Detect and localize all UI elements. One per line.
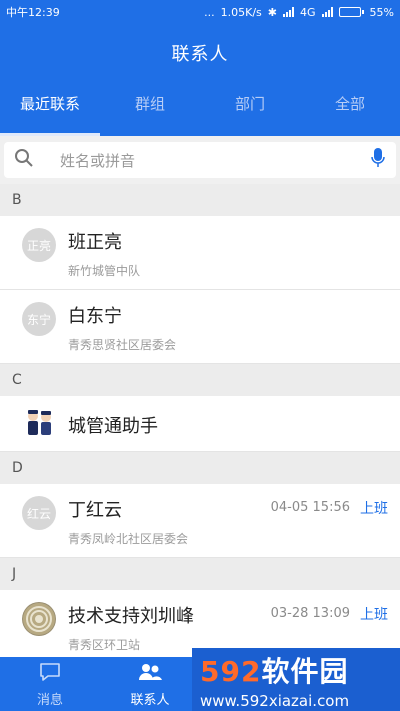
search-area: 姓名或拼音 — [0, 136, 400, 184]
status-bar: 中午12:39 ... 1.05K/s ✱ 4G 55% — [0, 0, 400, 24]
search-icon — [14, 148, 34, 172]
contact-org: 青秀凤岭北社区居委会 — [68, 532, 189, 546]
signal-icon-2 — [321, 7, 333, 17]
network-type: 4G — [300, 5, 316, 19]
contact-name: 班正亮 — [68, 232, 122, 253]
avatar: 正亮 — [22, 228, 56, 262]
watermark-logo: 592软件园 www.592xiazai.com — [192, 648, 400, 711]
watermark-brand: 592软件园 — [200, 654, 349, 688]
section-header-c: C — [0, 364, 400, 396]
tab-groups[interactable]: 群组 — [100, 88, 200, 136]
contact-name: 技术支持刘圳峰 — [68, 606, 194, 627]
bluetooth-icon: ✱ — [267, 5, 278, 19]
contact-time: 04-05 15:56 — [270, 500, 350, 515]
section-header-j: J — [0, 558, 400, 590]
contact-time: 03-28 13:09 — [270, 606, 350, 621]
tab-all[interactable]: 全部 — [300, 88, 400, 136]
tab-recent[interactable]: 最近联系 — [0, 88, 100, 136]
nav-messages[interactable]: 消息 — [0, 657, 100, 711]
tab-departments-label: 部门 — [234, 95, 265, 113]
tab-groups-label: 群组 — [134, 95, 165, 113]
contact-baidongning[interactable]: 东宁 白东宁 青秀思贤社区居委会 — [0, 290, 400, 364]
app-header: 联系人 最近联系 群组 部门 全部 — [0, 24, 400, 136]
people-icon — [137, 661, 163, 687]
tab-departments[interactable]: 部门 — [200, 88, 300, 136]
contact-name: 丁红云 — [68, 500, 122, 521]
chat-bubble-icon — [38, 661, 62, 687]
contact-dinghongyun[interactable]: 红云 丁红云 青秀凤岭北社区居委会 04-05 15:56 上班 — [0, 484, 400, 558]
battery-icon — [338, 7, 364, 17]
section-header-b: B — [0, 184, 400, 216]
microphone-icon[interactable] — [370, 147, 386, 173]
search-placeholder: 姓名或拼音 — [60, 151, 136, 170]
status-indicators: ... 1.05K/s ✱ 4G 55% — [204, 6, 394, 19]
page-title: 联系人 — [171, 44, 229, 65]
status-badge: 上班 — [360, 607, 388, 623]
tab-bar: 最近联系 群组 部门 全部 — [0, 88, 400, 136]
shell-avatar-icon — [22, 602, 56, 636]
network-speed: 1.05K/s — [220, 5, 262, 19]
contact-name: 城管通助手 — [68, 416, 158, 437]
watermark-url: www.592xiazai.com — [200, 691, 350, 710]
avatar: 东宁 — [22, 302, 56, 336]
search-input[interactable]: 姓名或拼音 — [4, 142, 396, 178]
contact-name: 白东宁 — [68, 306, 122, 327]
signal-icon — [283, 7, 295, 17]
contact-org: 新竹城管中队 — [68, 264, 141, 278]
nav-messages-label: 消息 — [36, 692, 63, 708]
battery-percent: 55% — [369, 5, 394, 19]
nav-contacts-label: 联系人 — [130, 692, 170, 708]
tab-all-label: 全部 — [334, 95, 365, 113]
nav-contacts[interactable]: 联系人 — [100, 657, 200, 711]
assistant-avatar-icon — [22, 406, 56, 440]
status-dots: ... — [204, 5, 215, 19]
section-header-d: D — [0, 452, 400, 484]
avatar: 红云 — [22, 496, 56, 530]
contact-banzhengliang[interactable]: 正亮 班正亮 新竹城管中队 — [0, 216, 400, 290]
contact-list: B 正亮 班正亮 新竹城管中队 东宁 白东宁 青秀思贤社区居委会 C 城管通助手… — [0, 184, 400, 664]
contact-assistant[interactable]: 城管通助手 — [0, 396, 400, 452]
status-badge: 上班 — [360, 501, 388, 517]
tab-recent-label: 最近联系 — [19, 95, 80, 113]
contact-org: 青秀思贤社区居委会 — [68, 338, 177, 352]
status-time: 中午12:39 — [6, 6, 60, 19]
contact-org: 青秀区环卫站 — [68, 638, 141, 652]
app-root: 中午12:39 ... 1.05K/s ✱ 4G 55% 联系人 最近联系 群组 — [0, 0, 400, 711]
